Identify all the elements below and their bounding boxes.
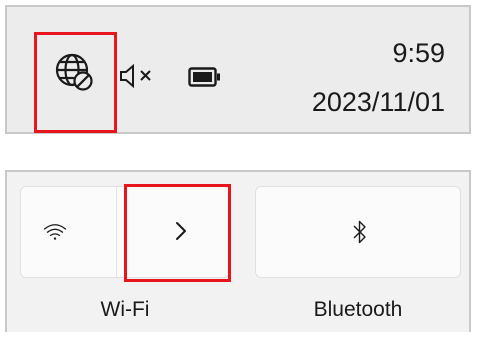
clock-time[interactable]: 9:59 xyxy=(392,37,445,69)
quick-settings-panel: Wi-Fi Bluetooth xyxy=(5,170,471,332)
bluetooth-label: Bluetooth xyxy=(313,298,403,321)
wifi-tile-divider xyxy=(116,187,117,277)
speaker-muted-icon[interactable] xyxy=(119,64,159,88)
bluetooth-icon xyxy=(352,219,368,250)
wifi-icon[interactable] xyxy=(43,223,67,246)
battery-icon[interactable] xyxy=(188,67,222,87)
taskbar-system-tray: 9:59 2023/11/01 xyxy=(5,5,471,134)
wifi-label: Wi-Fi xyxy=(100,298,150,321)
clock-date[interactable]: 2023/11/01 xyxy=(312,86,445,118)
network-icon-highlight xyxy=(34,32,117,133)
wifi-expand-highlight xyxy=(124,184,231,282)
bluetooth-tile[interactable] xyxy=(255,186,461,278)
